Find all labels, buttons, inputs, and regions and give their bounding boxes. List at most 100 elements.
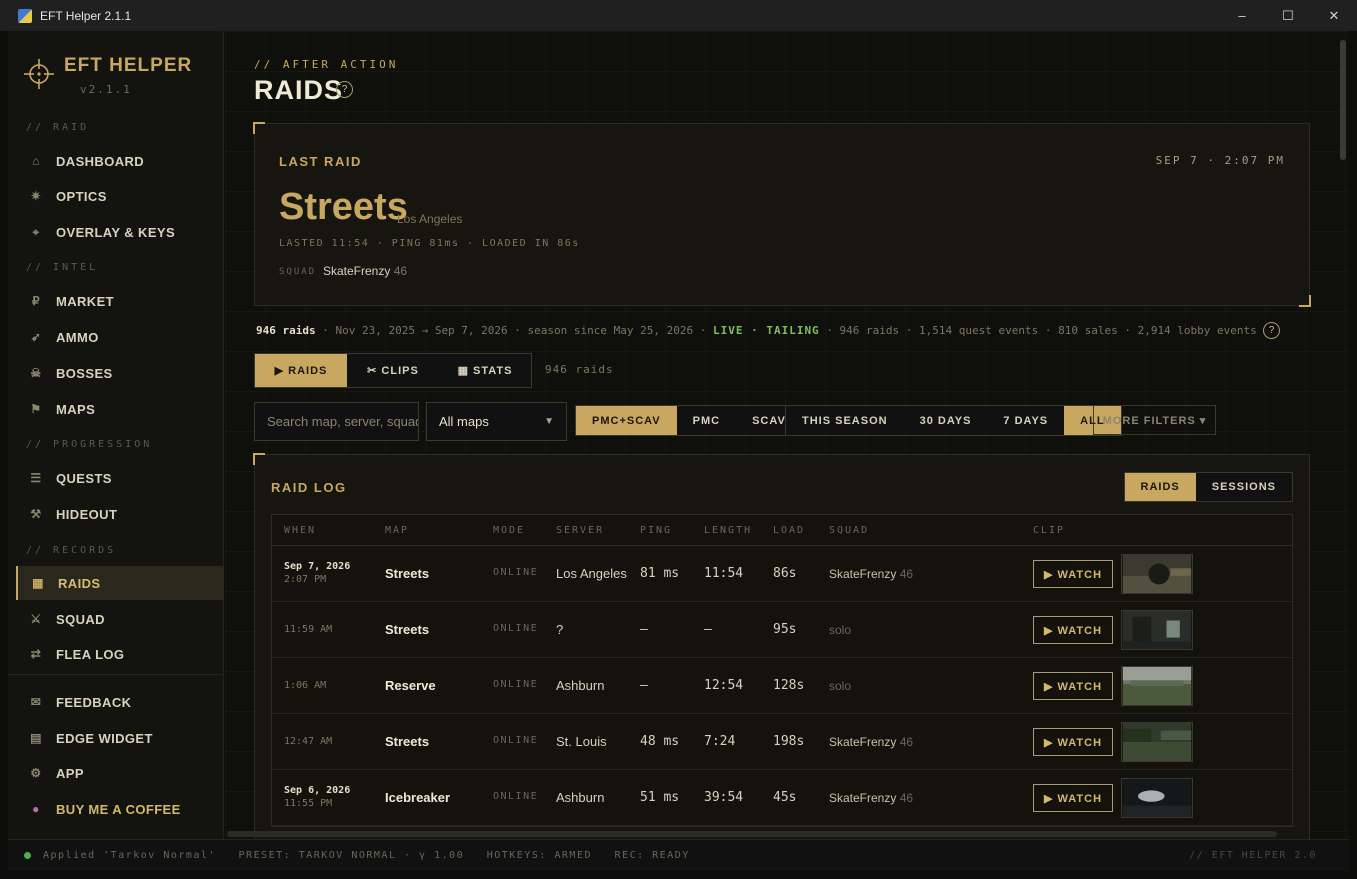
col-when[interactable]: WHEN <box>284 525 316 536</box>
sidebar-item-bosses[interactable]: ☠ BOSSES <box>16 356 224 390</box>
watch-button[interactable]: ▶ WATCH <box>1033 616 1113 644</box>
sidebar-item-quests[interactable]: ☰ QUESTS <box>16 461 224 495</box>
squad-name: SkateFrenzy <box>323 264 391 278</box>
sidebar-item-maps[interactable]: ⚑ MAPS <box>16 392 224 426</box>
section-raid: // RAID <box>26 122 90 133</box>
col-load[interactable]: LOAD <box>773 525 805 536</box>
close-button[interactable]: ✕ <box>1311 0 1357 31</box>
last-raid-squad-label: SQUAD <box>279 267 317 277</box>
filter-pmc[interactable]: PMC <box>677 406 736 435</box>
minimize-button[interactable]: – <box>1219 0 1265 31</box>
tab-clips[interactable]: ✂ CLIPS <box>347 354 439 387</box>
tab-raids[interactable]: ▶ RAIDS <box>255 354 347 387</box>
sidebar-item-overlay-keys[interactable]: ⌖ OVERLAY & KEYS <box>16 215 224 249</box>
sidebar-item-hideout[interactable]: ⚒ HIDEOUT <box>16 497 224 531</box>
sidebar-item-raids[interactable]: ▦ RAIDS <box>16 566 224 600</box>
bullet-icon: ➶ <box>30 330 42 344</box>
sidebar-item-feedback[interactable]: ✉ FEEDBACK <box>16 685 224 719</box>
row-mode: ONLINE <box>493 791 539 802</box>
watch-button[interactable]: ▶ WATCH <box>1033 560 1113 588</box>
watch-button[interactable]: ▶ WATCH <box>1033 728 1113 756</box>
row-load: 86s <box>773 566 797 581</box>
event-counts: · 946 raids · 1,514 quest events · 810 s… <box>819 324 1257 337</box>
squad-number: 46 <box>899 791 914 805</box>
table-row[interactable]: Sep 6, 2026 11:55 PM Icebreaker ONLINE A… <box>272 770 1292 826</box>
table-row[interactable]: 1:06 AM Reserve ONLINE Ashburn — 12:54 1… <box>272 658 1292 714</box>
col-clip[interactable]: CLIP <box>1033 525 1065 536</box>
tab-stats[interactable]: ▦ STATS <box>439 354 531 387</box>
sidebar-item-label: OPTICS <box>56 188 107 204</box>
row-length: 39:54 <box>704 790 744 805</box>
more-filters-button[interactable]: MORE FILTERS ▾ <box>1093 405 1216 435</box>
table-row[interactable]: Sep 7, 2026 2:07 PM Streets ONLINE Los A… <box>272 546 1292 602</box>
clip-thumbnail[interactable] <box>1121 666 1193 706</box>
row-mode: ONLINE <box>493 735 539 746</box>
clip-thumbnail[interactable] <box>1121 554 1193 594</box>
col-length[interactable]: LENGTH <box>704 525 752 536</box>
row-map: Reserve <box>385 678 436 693</box>
filter-this-season[interactable]: THIS SEASON <box>786 406 904 435</box>
row-time: 12:47 AM <box>284 736 333 747</box>
sun-icon: ✷ <box>30 189 42 203</box>
status-help-icon[interactable]: ? <box>1263 322 1280 339</box>
sidebar-item-optics[interactable]: ✷ OPTICS <box>16 179 224 213</box>
sidebar-item-ammo[interactable]: ➶ AMMO <box>16 320 224 354</box>
watch-button[interactable]: ▶ WATCH <box>1033 784 1113 812</box>
last-raid-squad: SkateFrenzy 46 <box>323 264 407 278</box>
window-title: EFT Helper 2.1.1 <box>40 8 132 23</box>
table-row[interactable]: 12:47 AM Streets ONLINE St. Louis 48 ms … <box>272 714 1292 770</box>
clip-thumbnail[interactable] <box>1121 610 1193 650</box>
page-title: RAIDS <box>254 75 344 105</box>
row-load: 45s <box>773 790 797 805</box>
help-icon[interactable]: ? <box>336 81 353 98</box>
horizontal-scrollbar[interactable] <box>227 831 1277 837</box>
filter-30-days[interactable]: 30 DAYS <box>904 406 988 435</box>
col-server[interactable]: SERVER <box>556 525 604 536</box>
col-map[interactable]: MAP <box>385 525 409 536</box>
status-bar: Applied 'Tarkov Normal' PRESET: TARKOV N… <box>8 839 1349 871</box>
clip-thumbnail[interactable] <box>1121 722 1193 762</box>
sidebar-item-app[interactable]: ⚙ APP <box>16 756 224 790</box>
col-mode[interactable]: MODE <box>493 525 525 536</box>
sidebar-item-label: HIDEOUT <box>56 506 118 522</box>
swords-icon: ⚔ <box>30 612 42 626</box>
sidebar-item-market[interactable]: ₽ MARKET <box>16 284 224 318</box>
watch-button[interactable]: ▶ WATCH <box>1033 672 1113 700</box>
section-records: // RECORDS <box>26 545 117 556</box>
col-squad[interactable]: SQUAD <box>829 525 869 536</box>
clip-thumbnail[interactable] <box>1121 778 1193 818</box>
panel-corner <box>253 453 265 465</box>
ruble-icon: ₽ <box>31 294 41 308</box>
sidebar-item-label: RAIDS <box>58 575 101 591</box>
sidebar-item-label: OVERLAY & KEYS <box>56 224 176 240</box>
sidebar-item-flea-log[interactable]: ⇄ FLEA LOG <box>16 637 224 671</box>
sidebar-item-squad[interactable]: ⚔ SQUAD <box>16 602 224 636</box>
maximize-button[interactable]: ☐ <box>1265 0 1311 31</box>
widget-icon: ▤ <box>30 731 42 745</box>
last-raid-date: SEP 7 · 2:07 PM <box>1155 154 1285 167</box>
map-select[interactable]: All maps ▼ <box>426 402 567 441</box>
table-row[interactable]: 11:59 AM Streets ONLINE ? — — 95s solo ▶… <box>272 602 1292 658</box>
row-length: 7:24 <box>704 734 736 749</box>
col-ping[interactable]: PING <box>640 525 672 536</box>
vertical-scrollbar[interactable] <box>1340 40 1346 160</box>
tools-icon: ⚒ <box>30 507 42 521</box>
search-input[interactable]: Search map, server, squadmate <box>254 402 419 441</box>
sidebar-item-buy-coffee[interactable]: ● BUY ME A COFFEE <box>16 792 224 826</box>
status-dot-icon <box>24 852 31 859</box>
filter-pmc-scav[interactable]: PMC+SCAV <box>576 406 677 435</box>
row-server: St. Louis <box>556 734 607 749</box>
toggle-raids[interactable]: RAIDS <box>1124 473 1196 501</box>
row-map: Streets <box>385 622 430 637</box>
sidebar-item-dashboard[interactable]: ⌂ DASHBOARD <box>16 144 224 178</box>
table-header: WHEN MAP MODE SERVER PING LENGTH LOAD SQ… <box>272 515 1292 546</box>
row-map: Icebreaker <box>385 790 451 805</box>
row-ping: — <box>640 622 648 637</box>
raid-log-title: RAID LOG <box>271 480 347 495</box>
toggle-sessions[interactable]: SESSIONS <box>1195 473 1292 501</box>
filter-7-days[interactable]: 7 DAYS <box>987 406 1064 435</box>
sidebar-item-edge-widget[interactable]: ▤ EDGE WIDGET <box>16 721 224 755</box>
row-map: Streets <box>385 734 430 749</box>
row-mode: ONLINE <box>493 567 539 578</box>
squad-name: SkateFrenzy <box>829 567 897 581</box>
